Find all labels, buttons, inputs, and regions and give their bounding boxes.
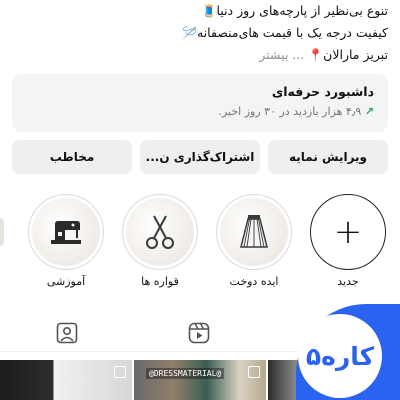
- highlight-cover: [32, 198, 100, 266]
- highlight-label: جدید: [337, 275, 359, 288]
- thread-spool-icon: 🧵: [201, 4, 217, 18]
- edit-profile-button[interactable]: ویرایش نمایه: [268, 140, 388, 174]
- bio-line-3: تبریز مارالان📍 ... بیشتر: [12, 44, 388, 66]
- highlight-fabrics[interactable]: قواره ها: [118, 194, 202, 288]
- reels-icon: [188, 322, 210, 344]
- dashboard-subtitle: ۴٫۹ هزار بازدید در ۳۰ روز اخیر.: [218, 105, 362, 118]
- professional-dashboard[interactable]: داشبورد حرفه‌ای ↗ ۴٫۹ هزار بازدید در ۳۰ …: [12, 74, 388, 132]
- post-thumbnail[interactable]: [0, 360, 132, 400]
- share-profile-button[interactable]: اشتراک‌گذاری ن...: [140, 140, 260, 174]
- bio-line-2: کیفیت درجه یک با قیمت های‌منصفانه🪡: [12, 22, 388, 44]
- highlight-cover: [126, 198, 194, 266]
- story-highlights: + جدید ایده دوخت قواره ها آموزشی: [0, 194, 400, 294]
- highlight-label: آموزشی: [46, 275, 86, 288]
- highlight-tutorial[interactable]: آموزشی: [24, 194, 108, 288]
- highlight-ring[interactable]: [216, 194, 292, 270]
- multi-post-icon: [248, 366, 260, 378]
- bio-text-2: کیفیت درجه یک با قیمت های‌منصفانه: [197, 25, 388, 40]
- tagged-person-icon: [56, 322, 78, 344]
- highlight-partial[interactable]: [0, 218, 4, 246]
- bio-line-1: تنوع بی‌نظیر از پارچه‌های روز دنیا🧵: [12, 0, 388, 22]
- post-watermark: @DRESSMATERIAL@: [146, 368, 225, 379]
- highlight-cover: [220, 198, 288, 266]
- skirt-icon: [240, 215, 268, 248]
- contact-button[interactable]: مخاطب: [12, 140, 132, 174]
- highlight-ring[interactable]: [28, 194, 104, 270]
- plus-icon: +: [333, 212, 363, 252]
- bio-text-1: تنوع بی‌نظیر از پارچه‌های روز دنیا: [216, 3, 388, 18]
- sewing-machine-icon: [51, 221, 81, 244]
- sewing-needle-icon: 🪡: [182, 26, 197, 40]
- reels-tab[interactable]: [186, 320, 212, 346]
- scissors-icon: [146, 215, 174, 249]
- highlight-idea[interactable]: ایده دوخت: [212, 194, 296, 288]
- bio-more-link[interactable]: ... بیشتر: [259, 47, 304, 62]
- post-thumbnail[interactable]: @DRESSMATERIAL@: [134, 360, 266, 400]
- dashboard-title: داشبورد حرفه‌ای: [271, 84, 374, 99]
- tagged-tab[interactable]: [54, 320, 80, 346]
- dashboard-stats: ↗ ۴٫۹ هزار بازدید در ۳۰ روز اخیر.: [26, 105, 374, 118]
- highlight-new[interactable]: + جدید: [306, 194, 390, 288]
- highlight-ring[interactable]: [122, 194, 198, 270]
- location-pin-icon: 📍: [308, 48, 324, 62]
- highlight-label: قواره ها: [141, 275, 179, 288]
- brand-logo: کاره۵: [305, 341, 375, 371]
- highlight-label: ایده دوخت: [229, 275, 279, 288]
- trend-up-icon: ↗: [364, 105, 374, 118]
- profile-actions: ویرایش نمایه اشتراک‌گذاری ن... مخاطب: [12, 140, 388, 174]
- new-highlight-ring[interactable]: +: [310, 194, 386, 270]
- bio-text-3: تبریز مارالان: [323, 47, 388, 62]
- multi-post-icon: [114, 366, 126, 378]
- profile-bio: تنوع بی‌نظیر از پارچه‌های روز دنیا🧵 کیفی…: [12, 0, 388, 66]
- brand-badge: کاره۵: [298, 314, 382, 398]
